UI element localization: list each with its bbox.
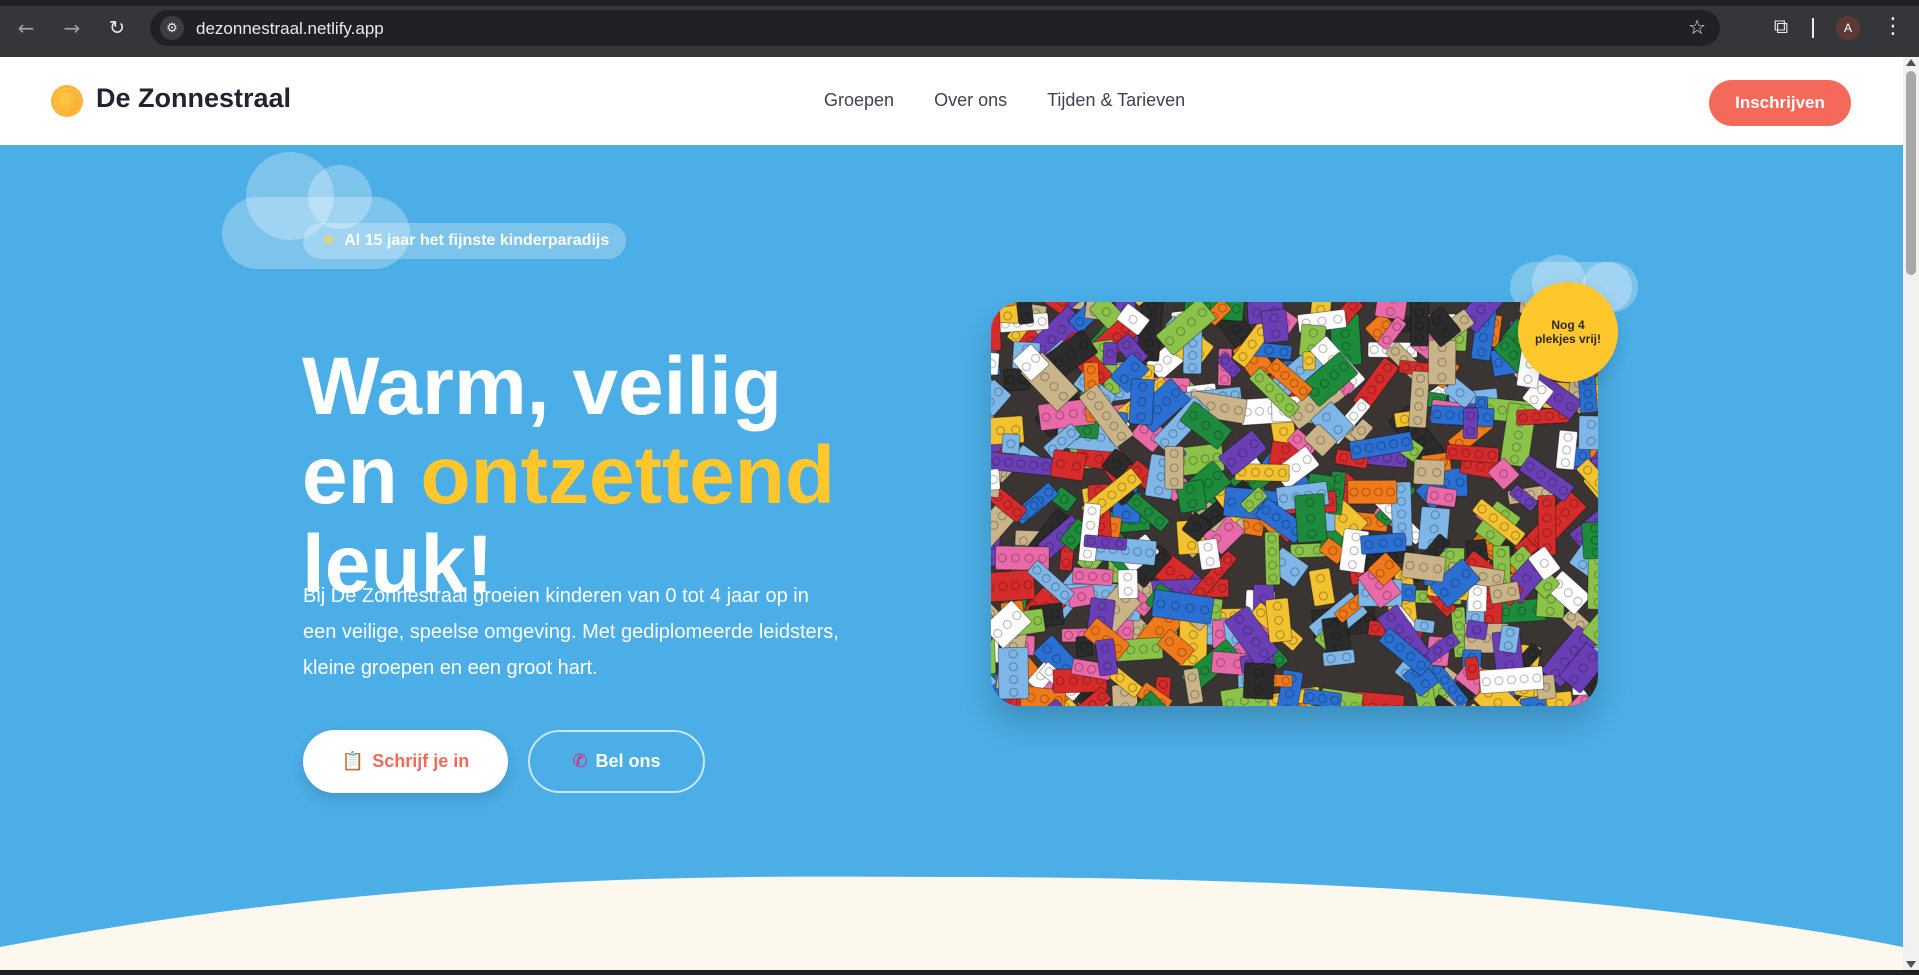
site-logo[interactable]: De Zonnestraal bbox=[96, 83, 291, 114]
headline-line-2: en ontzettend bbox=[302, 432, 835, 520]
clipboard-icon: 📋 bbox=[341, 751, 365, 772]
site-settings-icon[interactable]: ⚙ bbox=[160, 16, 184, 40]
url-text[interactable]: dezonnestraal.netlify.app bbox=[196, 19, 384, 39]
bookmark-star-icon[interactable]: ☆ bbox=[1688, 15, 1706, 39]
phone-icon: ✆ bbox=[572, 751, 588, 772]
nav-link-over-ons[interactable]: Over ons bbox=[934, 90, 1007, 111]
site-header: De Zonnestraal Groepen Over ons Tijden &… bbox=[0, 57, 1903, 145]
nav-link-tijden-tarieven[interactable]: Tijden & Tarieven bbox=[1047, 90, 1185, 111]
schrijf-je-in-label: Schrijf je in bbox=[372, 751, 470, 771]
cloud-decoration bbox=[308, 165, 372, 229]
toolbar-divider bbox=[1812, 18, 1814, 38]
scroll-down-icon[interactable] bbox=[1906, 961, 1916, 968]
window-bottom-edge bbox=[0, 970, 1919, 975]
hero-badge-text: Al 15 jaar het fijnste kinderparadijs bbox=[344, 232, 610, 249]
page-scrollbar[interactable] bbox=[1903, 57, 1919, 970]
headline-line-1: Warm, veilig bbox=[302, 341, 782, 432]
hero-lead-text: Bij De Zonnestraal groeien kinderen van … bbox=[303, 585, 839, 679]
sun-logo-icon bbox=[54, 88, 80, 114]
profile-avatar[interactable]: A bbox=[1836, 16, 1860, 40]
spots-available-text: Nog 4 plekjes vrij! bbox=[1534, 318, 1602, 346]
back-icon[interactable]: ← bbox=[12, 14, 40, 42]
schrijf-je-in-button[interactable]: 📋 Schrijf je in bbox=[303, 730, 508, 793]
browser-toolbar: ← → ↻ ⚙ dezonnestraal.netlify.app ☆ ⧉ A … bbox=[0, 0, 1919, 57]
forward-icon[interactable]: → bbox=[58, 14, 86, 42]
hero-badge: ☀ Al 15 jaar het fijnste kinderparadijs bbox=[303, 223, 627, 259]
nav-link-groepen[interactable]: Groepen bbox=[824, 90, 894, 111]
extensions-icon[interactable]: ⧉ bbox=[1768, 14, 1794, 40]
lego-bricks-photo bbox=[991, 302, 1598, 706]
headline-accent: ontzettend bbox=[420, 430, 835, 521]
scroll-up-icon[interactable] bbox=[1906, 59, 1916, 66]
tab-strip bbox=[0, 0, 1919, 6]
browser-menu-icon[interactable]: ⋮ bbox=[1882, 14, 1904, 42]
address-bar[interactable]: ⚙ dezonnestraal.netlify.app ☆ bbox=[150, 10, 1720, 46]
signup-button[interactable]: Inschrijven bbox=[1709, 80, 1851, 126]
spots-available-badge: Nog 4 plekjes vrij! bbox=[1518, 282, 1618, 382]
bel-ons-label: Bel ons bbox=[595, 751, 661, 771]
sun-icon: ☀ bbox=[321, 231, 337, 251]
scrollbar-thumb[interactable] bbox=[1906, 71, 1916, 275]
main-nav: Groepen Over ons Tijden & Tarieven bbox=[824, 90, 1185, 111]
headline-line-2-prefix: en bbox=[302, 430, 421, 521]
page-viewport: De Zonnestraal Groepen Over ons Tijden &… bbox=[0, 57, 1903, 970]
bricks-illustration bbox=[991, 302, 1598, 706]
bel-ons-button[interactable]: ✆ Bel ons bbox=[528, 730, 705, 793]
reload-icon[interactable]: ↻ bbox=[103, 14, 131, 42]
wave-divider bbox=[0, 876, 1903, 970]
